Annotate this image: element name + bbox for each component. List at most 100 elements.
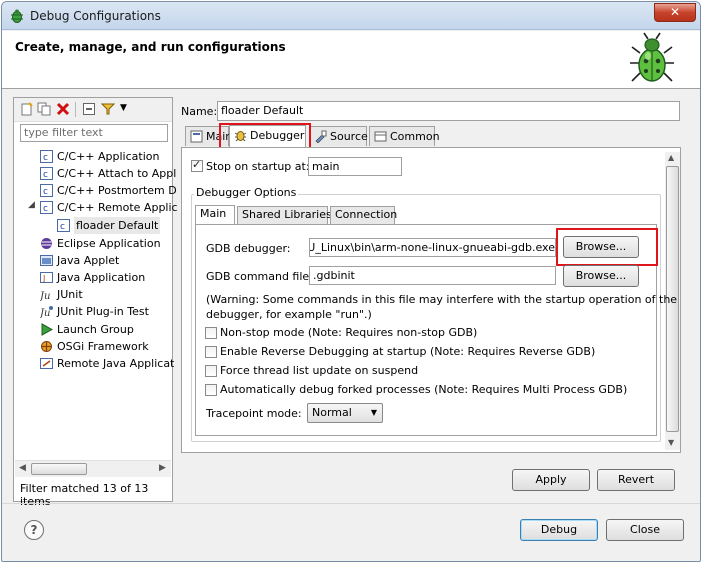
chevron-down-icon: ▼ <box>370 408 377 417</box>
toolbar-separator <box>75 102 76 117</box>
tab-label: Source <box>330 130 368 143</box>
stop-on-startup-checkbox[interactable] <box>191 158 203 172</box>
new-configuration-icon[interactable] <box>20 102 34 116</box>
svg-text:c: c <box>43 204 48 214</box>
filter-status-text: Filter matched 13 of 13 items <box>20 482 149 508</box>
debug-app-icon <box>11 9 23 23</box>
junit-icon: Ju <box>40 291 50 301</box>
scroll-down-icon[interactable]: ▼ <box>668 438 674 447</box>
revert-button[interactable]: Revert <box>597 469 675 491</box>
filter-input[interactable]: type filter text <box>20 124 168 142</box>
osgi-icon <box>41 341 52 352</box>
source-icon <box>315 130 327 143</box>
common-icon <box>374 131 387 142</box>
view-menu-chevron-down-icon[interactable]: ▼ <box>120 103 127 113</box>
debug-bug-icon <box>630 32 674 82</box>
launch-config-toolbar: ▼ <box>14 98 172 122</box>
scroll-right-icon[interactable]: ▶ <box>159 463 166 473</box>
tree-expand-chevron-down-icon[interactable]: ◢ <box>28 200 35 210</box>
non-stop-mode-checkbox[interactable] <box>205 327 217 339</box>
debug-forked-processes-label: Automatically debug forked processes (No… <box>220 383 628 396</box>
help-icon: ? <box>30 523 38 537</box>
subtab-connection[interactable]: Connection <box>330 206 397 224</box>
debug-forked-processes-checkbox[interactable] <box>205 384 217 396</box>
debug-button[interactable]: Debug <box>520 519 598 541</box>
reverse-debugging-label: Enable Reverse Debugging at startup (Not… <box>220 345 596 358</box>
tracepoint-mode-label: Tracepoint mode: <box>206 407 302 420</box>
window-close-button[interactable]: ✕ <box>654 3 696 22</box>
c-app-icon: c <box>40 150 53 163</box>
scroll-up-icon[interactable]: ▲ <box>668 153 674 162</box>
gdb-command-file-browse-button[interactable]: Browse... <box>563 265 639 287</box>
header-banner: Create, manage, and run configurations <box>2 31 700 89</box>
tree-item-label: Remote Java Applicat <box>57 357 175 370</box>
tree-item-label: Java Applet <box>57 254 120 267</box>
non-stop-mode-label: Non-stop mode (Note: Requires non-stop G… <box>220 326 478 339</box>
gdb-warning-line-1: (Warning: Some commands in this file may… <box>206 293 678 306</box>
tracepoint-mode-select[interactable]: Normal ▼ <box>307 403 383 423</box>
gdb-debugger-value: GNU_Linux\bin\arm-none-linux-gnueabi-gdb… <box>309 241 555 254</box>
svg-text:Ju: Ju <box>40 308 50 318</box>
tree-item-label: C/C++ Attach to Appl <box>57 167 177 180</box>
scrollbar-thumb[interactable] <box>31 463 87 475</box>
window-title: Debug Configurations <box>30 9 161 23</box>
filter-configurations-icon[interactable] <box>101 102 115 116</box>
close-button[interactable]: Close <box>606 519 684 541</box>
tree-item-label: Launch Group <box>57 323 134 336</box>
tree-item-label: floader Default <box>74 217 161 234</box>
svg-text:c: c <box>43 187 48 197</box>
main-tab-icon <box>190 130 203 143</box>
scroll-left-icon[interactable]: ◀ <box>19 463 26 473</box>
tree-item-label: Java Application <box>57 271 146 284</box>
gdb-warning-line-2: debugger, for example "run".) <box>206 308 372 321</box>
svg-text:c: c <box>43 170 48 180</box>
tree-item-label: JUnit <box>57 288 83 301</box>
banner-heading: Create, manage, and run configurations <box>15 40 286 54</box>
svg-text:c: c <box>43 153 48 163</box>
help-button[interactable]: ? <box>24 520 44 540</box>
force-thread-list-checkbox[interactable] <box>205 365 217 377</box>
configuration-tree: c C/C++ Application c C/C++ Attach to Ap… <box>14 148 178 458</box>
applet-icon <box>40 255 53 266</box>
delete-configuration-icon[interactable] <box>56 102 70 116</box>
svg-text:J: J <box>42 274 45 283</box>
debug-configurations-window: Debug Configurations ✕ Create, manage, a… <box>1 1 701 562</box>
gdb-command-file-input[interactable]: .gdbinit <box>309 266 556 285</box>
tree-item-label: OSGi Framework <box>57 340 149 353</box>
c-app-icon: c <box>40 184 53 197</box>
apply-button[interactable]: Apply <box>512 469 590 491</box>
configuration-list-panel: ▼ type filter text c C/C++ Application c… <box>13 97 178 508</box>
subtab-main[interactable]: Main <box>195 205 235 225</box>
duplicate-configuration-icon[interactable] <box>37 102 51 116</box>
browse-button-highlight <box>556 228 658 266</box>
tree-item-label: C/C++ Application <box>57 150 160 163</box>
tree-item-label: JUnit Plug-in Test <box>57 305 149 318</box>
java-app-icon: J <box>40 272 53 283</box>
reverse-debugging-checkbox[interactable] <box>205 346 217 358</box>
tree-item-label: C/C++ Remote Applic <box>57 201 178 214</box>
gdb-debugger-label: GDB debugger: <box>206 242 291 255</box>
title-bar: Debug Configurations ✕ <box>2 2 700 30</box>
tracepoint-mode-value: Normal <box>312 406 352 419</box>
close-icon: ✕ <box>669 5 681 19</box>
subtab-shared-libraries[interactable]: Shared Libraries <box>237 206 332 224</box>
tree-horizontal-scrollbar[interactable]: ◀ ▶ <box>15 460 171 477</box>
tab-label: Common <box>390 130 440 143</box>
gdb-debugger-input[interactable]: GNU_Linux\bin\arm-none-linux-gnueabi-gdb… <box>309 238 556 257</box>
launch-group-icon <box>41 323 53 336</box>
tab-common[interactable]: Common <box>369 126 440 146</box>
c-app-icon: c <box>40 201 53 214</box>
tree-item-label: C/C++ Postmortem D <box>57 184 177 197</box>
c-app-icon: c <box>40 167 53 180</box>
name-label: Name: <box>181 105 218 118</box>
junit-plugin-icon: Ju <box>40 306 53 318</box>
stop-on-startup-label: Stop on startup at: <box>206 160 310 173</box>
c-app-icon: c <box>57 219 70 232</box>
svg-text:Ju: Ju <box>40 291 50 301</box>
force-thread-list-label: Force thread list update on suspend <box>220 364 419 377</box>
tab-source[interactable]: Source <box>309 126 368 146</box>
stop-on-startup-input[interactable]: main <box>308 157 402 176</box>
eclipse-icon <box>41 238 52 249</box>
configuration-name-input[interactable]: floader Default <box>217 101 680 121</box>
collapse-all-icon[interactable] <box>82 102 96 116</box>
